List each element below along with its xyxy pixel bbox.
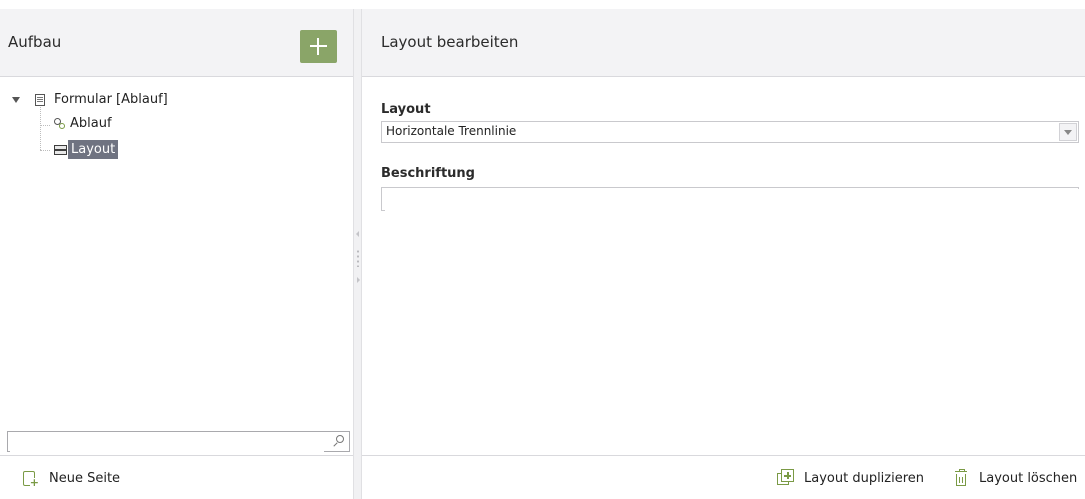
duplicate-icon [777, 469, 795, 487]
add-button[interactable] [300, 30, 337, 63]
edit-panel-title: Layout bearbeiten [381, 33, 519, 51]
new-page-label: Neue Seite [49, 471, 121, 486]
layout-icon [54, 145, 67, 155]
structure-panel-title: Aufbau [8, 33, 62, 51]
duplicate-layout-button[interactable]: Layout duplizieren [777, 469, 925, 487]
tree-node-layout[interactable]: Layout [50, 140, 250, 160]
dropdown-arrow-icon[interactable] [1059, 123, 1077, 141]
tree-node-ablauf[interactable]: Ablauf [50, 114, 250, 134]
flow-icon [54, 118, 66, 130]
edit-panel: Layout bearbeiten Layout Horizontale Tre… [362, 9, 1085, 499]
structure-panel-footer: + Neue Seite [0, 455, 353, 499]
drag-handle-icon[interactable] [357, 249, 359, 267]
tree-search-field[interactable] [7, 431, 350, 453]
edit-panel-footer: Layout duplizieren Layout löschen [362, 455, 1085, 499]
document-icon [35, 94, 45, 106]
tree-search-input[interactable] [10, 433, 324, 453]
trash-icon [954, 469, 968, 487]
delete-layout-button[interactable]: Layout löschen [955, 469, 1078, 487]
tree-connector [40, 125, 50, 126]
layout-field-label: Layout [381, 102, 431, 117]
new-page-icon: + [23, 471, 39, 488]
collapse-right-arrow-icon[interactable] [357, 277, 360, 283]
search-icon[interactable] [332, 435, 344, 447]
expand-caret-icon[interactable] [12, 97, 20, 103]
structure-panel-header: Aufbau [0, 9, 353, 77]
tree-node-label: Formular [Ablauf] [54, 92, 168, 107]
delete-layout-label: Layout löschen [979, 471, 1078, 486]
tree-node-label: Ablauf [70, 116, 112, 131]
collapse-left-arrow-icon[interactable] [356, 231, 359, 237]
tree-node-label-selected: Layout [68, 140, 119, 159]
tree-node-root[interactable]: Formular [Ablauf] [0, 90, 353, 110]
tree-connector [40, 150, 50, 151]
panel-splitter[interactable] [353, 9, 362, 499]
app-window: Aufbau Formular [Ablauf] Ablauf Layout +… [0, 9, 1085, 499]
caption-field[interactable] [381, 187, 1079, 211]
layout-select[interactable]: Horizontale Trennlinie [381, 121, 1079, 143]
caption-input[interactable] [385, 189, 1079, 211]
new-page-button[interactable]: + Neue Seite [23, 471, 121, 488]
structure-panel: Aufbau Formular [Ablauf] Ablauf Layout +… [0, 9, 353, 499]
duplicate-layout-label: Layout duplizieren [804, 471, 925, 486]
tree-connector [40, 107, 41, 150]
edit-panel-header: Layout bearbeiten [362, 9, 1085, 77]
caption-field-label: Beschriftung [381, 166, 475, 181]
layout-select-value: Horizontale Trennlinie [386, 124, 517, 138]
